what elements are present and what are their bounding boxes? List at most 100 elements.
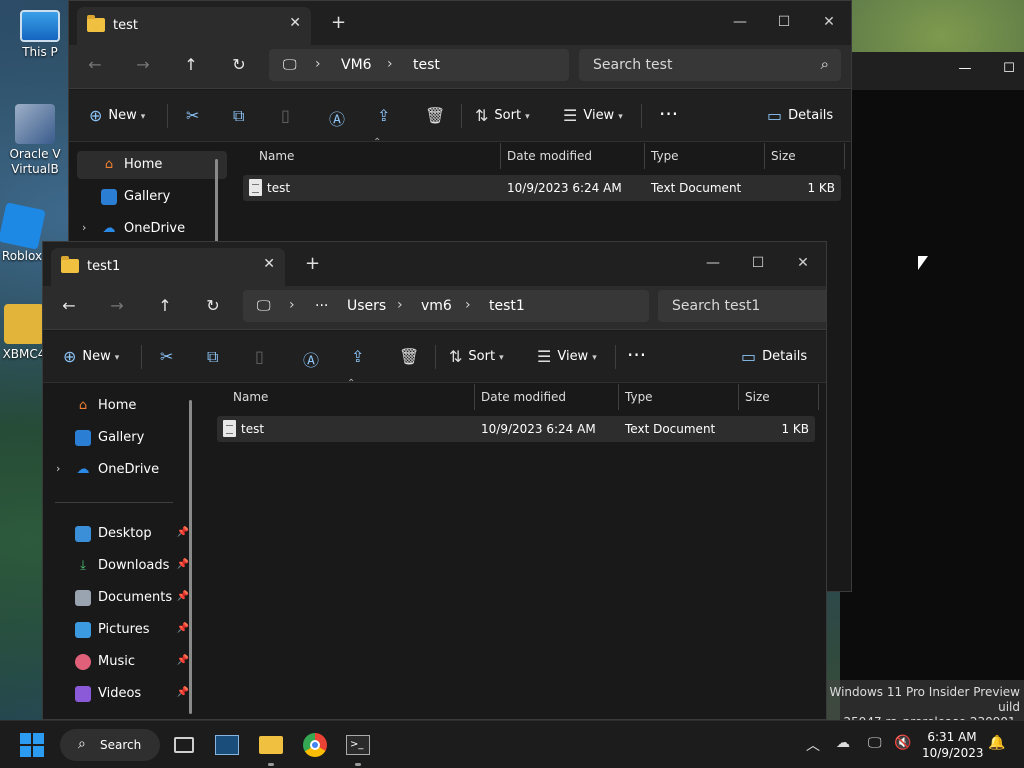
minimize-icon[interactable]: —	[690, 248, 736, 278]
details-button[interactable]: ▭ Details	[741, 347, 807, 366]
pin-icon[interactable]: 📌	[177, 687, 189, 698]
forward-icon[interactable]: →	[105, 296, 129, 315]
close-tab-icon[interactable]: ✕	[289, 15, 301, 31]
refresh-icon[interactable]: ↻	[201, 296, 225, 315]
chevron-right-icon[interactable]: ›	[387, 56, 393, 72]
chevron-right-icon[interactable]: ›	[397, 297, 403, 313]
column-divider[interactable]	[738, 384, 739, 410]
nav-item-music[interactable]: Music 📌	[51, 648, 201, 676]
column-divider[interactable]	[500, 143, 501, 169]
maximize-icon[interactable]: ☐	[735, 248, 781, 278]
back-icon[interactable]: ←	[57, 296, 81, 315]
pin-icon[interactable]: 📌	[177, 527, 189, 538]
pin-icon[interactable]: 📌	[177, 655, 189, 666]
view-button[interactable]: ☰ View ▾	[563, 106, 623, 125]
column-date-modified[interactable]: Date modified	[481, 390, 566, 404]
column-size[interactable]: Size	[745, 390, 770, 404]
more-options-icon[interactable]: ···	[627, 343, 646, 367]
cut-button[interactable]: ✂	[186, 106, 199, 125]
nav-item-desktop[interactable]: Desktop 📌	[51, 520, 201, 548]
paste-button[interactable]: ▯	[281, 106, 290, 125]
new-button[interactable]: ⊕ New ▾	[63, 347, 119, 366]
pin-icon[interactable]: 📌	[177, 559, 189, 570]
new-button[interactable]: ⊕ New ▾	[89, 106, 145, 125]
nav-item-documents[interactable]: Documents 📌	[51, 584, 201, 612]
refresh-icon[interactable]: ↻	[227, 55, 251, 74]
taskbar-search[interactable]: ⌕ Search	[60, 729, 160, 761]
copy-button[interactable]: ⧉	[207, 347, 218, 367]
forward-icon[interactable]: →	[131, 55, 155, 74]
copy-button[interactable]: ⧉	[233, 106, 244, 126]
close-window-icon[interactable]: ✕	[806, 7, 851, 37]
nav-item-home[interactable]: ⌂ Home	[51, 392, 201, 420]
chevron-right-icon[interactable]: ›	[465, 297, 471, 313]
new-tab-icon[interactable]: +	[305, 253, 320, 274]
up-icon[interactable]: ↑	[179, 55, 203, 74]
more-options-icon[interactable]: ···	[659, 102, 678, 126]
column-divider[interactable]	[764, 143, 765, 169]
nav-item-onedrive[interactable]: › ☁ OneDrive	[77, 215, 227, 243]
breadcrumb-vm6[interactable]: vm6	[421, 298, 452, 314]
maximize-icon[interactable]: ☐	[761, 7, 807, 37]
column-name[interactable]: Name	[259, 149, 294, 163]
address-bar[interactable]: 🖵 › VM6 › test	[269, 49, 569, 81]
table-row[interactable]: test 10/9/2023 6:24 AM Text Document 1 K…	[243, 175, 841, 201]
breadcrumb-users[interactable]: Users	[347, 298, 386, 314]
computer-icon[interactable]: 🖵	[257, 298, 271, 314]
paste-button[interactable]: ▯	[255, 347, 264, 366]
terminal-titlebar[interactable]: — ☐	[840, 52, 1024, 90]
nav-scrollbar[interactable]	[189, 400, 192, 714]
column-name[interactable]: Name	[233, 390, 268, 404]
nav-item-pictures[interactable]: Pictures 📌	[51, 616, 201, 644]
tab-test1[interactable]: test1 ✕	[51, 248, 285, 286]
nav-scrollbar[interactable]	[215, 159, 218, 249]
cut-button[interactable]: ✂	[160, 347, 173, 366]
show-hidden-icons-chevron-icon[interactable]: ︿	[806, 735, 820, 755]
sort-button[interactable]: ⇅ Sort ▾	[449, 347, 504, 366]
close-tab-icon[interactable]: ✕	[263, 256, 275, 272]
breadcrumb-overflow[interactable]: ···	[315, 298, 328, 314]
column-divider[interactable]	[474, 384, 475, 410]
onedrive-status-icon[interactable]: ☁	[836, 735, 850, 751]
rename-button[interactable]: Ⓐ	[303, 347, 319, 371]
breadcrumb-test[interactable]: test	[413, 57, 440, 73]
minimize-icon[interactable]: —	[717, 7, 763, 37]
column-divider[interactable]	[644, 143, 645, 169]
breadcrumb-vm6[interactable]: VM6	[341, 57, 372, 73]
delete-button[interactable]: 🗑	[399, 347, 419, 366]
share-button[interactable]: ⇪	[351, 347, 364, 366]
desktop-icon-this-pc[interactable]: This P	[10, 10, 70, 59]
terminal-window[interactable]: — ☐	[828, 52, 1024, 720]
taskbar-resource-monitor[interactable]	[211, 729, 243, 761]
nav-item-downloads[interactable]: ⤓ Downloads 📌	[51, 552, 201, 580]
computer-icon[interactable]: 🖵	[283, 57, 297, 73]
new-tab-icon[interactable]: +	[331, 12, 346, 33]
search-box[interactable]: Search test ⌕	[579, 49, 841, 81]
nav-item-gallery[interactable]: Gallery	[51, 424, 201, 452]
column-type[interactable]: Type	[651, 149, 679, 163]
tab-test[interactable]: test ✕	[77, 7, 311, 45]
breadcrumb-test1[interactable]: test1	[489, 298, 525, 314]
share-button[interactable]: ⇪	[377, 106, 390, 125]
pin-icon[interactable]: 📌	[177, 623, 189, 634]
nav-item-videos[interactable]: Videos 📌	[51, 680, 201, 708]
column-divider[interactable]	[618, 384, 619, 410]
start-button[interactable]	[16, 729, 48, 761]
rename-button[interactable]: Ⓐ	[329, 106, 345, 130]
clock[interactable]: 6:31 AM 10/9/2023	[922, 729, 984, 761]
column-divider[interactable]	[818, 384, 819, 410]
taskbar-terminal[interactable]: >_	[342, 729, 374, 766]
column-divider[interactable]	[844, 143, 845, 169]
maximize-icon[interactable]: ☐	[1002, 62, 1016, 76]
pin-icon[interactable]: 📌	[177, 591, 189, 602]
chevron-right-icon[interactable]: ›	[82, 221, 86, 234]
table-row[interactable]: test 10/9/2023 6:24 AM Text Document 1 K…	[217, 416, 815, 442]
notification-bell-icon[interactable]: 🔔	[988, 735, 1005, 751]
nav-item-gallery[interactable]: Gallery	[77, 183, 227, 211]
chevron-right-icon[interactable]: ›	[56, 462, 60, 475]
up-icon[interactable]: ↑	[153, 296, 177, 315]
nav-item-home[interactable]: ⌂ Home	[77, 151, 227, 179]
desktop-icon-virtualbox[interactable]: Oracle V VirtualB	[5, 104, 65, 177]
delete-button[interactable]: 🗑	[425, 106, 445, 125]
task-view-button[interactable]	[168, 729, 200, 761]
